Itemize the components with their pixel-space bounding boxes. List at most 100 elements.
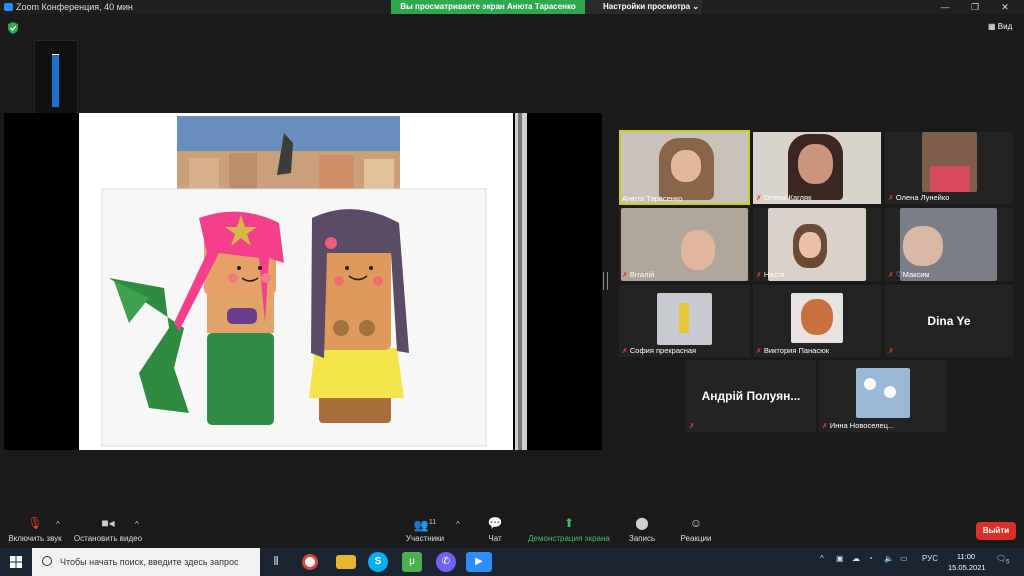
participant-tile[interactable]: ✗ Олена Кагляк [753, 132, 881, 204]
windows-logo-icon [10, 556, 22, 568]
muted-mic-icon: ✗ [756, 195, 762, 202]
participants-button[interactable]: 👥11 Участники [400, 516, 450, 543]
muted-mic-icon: ✗ [888, 195, 894, 202]
participant-display-name: Андрій Полуян... [701, 389, 801, 403]
close-window-button[interactable]: ✕ [990, 0, 1020, 14]
participant-tile[interactable]: Андрій Полуян... ✗ [686, 360, 816, 432]
participant-name-label: ✗ Віталій [622, 270, 655, 279]
shared-screen-scrollbar[interactable] [515, 113, 527, 450]
participant-avatar-picture [856, 368, 910, 418]
meeting-toolbar [0, 510, 1024, 548]
window-title: Zoom Конференция, 40 мин [16, 2, 133, 12]
participant-name-label: ✗ [888, 346, 896, 355]
heart-icon: ♡ [895, 270, 903, 279]
participant-face [671, 150, 701, 182]
scrollbar-thumb[interactable] [518, 113, 522, 450]
chrome-icon[interactable] [302, 554, 318, 570]
participant-name: Анюта Тарасенко [622, 194, 683, 203]
file-explorer-icon[interactable] [336, 555, 356, 569]
windows-taskbar: Чтобы начать поиск, введите здесь запрос… [0, 548, 1024, 576]
participants-icon: 👥11 [413, 518, 437, 532]
stop-video-label: Остановить видео [73, 534, 143, 543]
start-button[interactable] [0, 548, 32, 576]
participant-name-label: ✗ ♡Максим [888, 270, 930, 279]
record-label: Запись [628, 534, 656, 543]
participant-name-label: ✗ Олена Лунейко [888, 193, 950, 202]
shared-slide [79, 113, 513, 450]
share-screen-button[interactable]: ⬆ Демонстрация экрана [524, 516, 614, 543]
maximize-button[interactable]: ❐ [960, 0, 990, 14]
taskbar-search-box[interactable]: Чтобы начать поиск, введите здесь запрос [32, 548, 260, 576]
smiley-icon: ☺ [689, 516, 703, 530]
participant-name-label: ✗ Инна Новоселец... [822, 421, 895, 430]
flower-picture [884, 386, 896, 398]
audio-options-caret[interactable]: ^ [56, 520, 60, 529]
participant-figure [679, 303, 689, 333]
clock-time: 11:00 [956, 552, 976, 561]
slide-picture [101, 116, 487, 447]
unmute-label: Включить звук [8, 534, 62, 543]
battery-icon[interactable]: ▭ [900, 554, 908, 563]
language-indicator[interactable]: РУС [922, 554, 938, 563]
participant-tile[interactable]: ✗ София прекрасная [619, 285, 750, 357]
participant-face [799, 232, 821, 258]
participant-tile[interactable]: Анюта Тарасенко [619, 130, 750, 205]
participant-name-label: ✗ [689, 421, 697, 430]
participants-options-caret[interactable]: ^ [456, 520, 460, 529]
search-placeholder: Чтобы начать поиск, введите здесь запрос [60, 557, 239, 567]
tray-app-icon[interactable]: ▣ [836, 554, 844, 563]
muted-mic-icon: ✗ [622, 272, 628, 279]
skype-icon[interactable]: S [368, 552, 388, 572]
onedrive-icon[interactable]: ☁ [852, 554, 860, 563]
participant-shirt [930, 166, 970, 192]
view-options-button[interactable]: Настройки просмотра ⌄ [585, 0, 702, 14]
reactions-button[interactable]: ☺ Реакции [676, 516, 716, 543]
task-view-icon[interactable]: ⫼ [266, 552, 286, 572]
taskbar-clock[interactable]: 11:00 15.05.2021 [948, 551, 986, 573]
participant-name-label: ✗ Настя [756, 270, 785, 279]
view-button[interactable]: ▦ Вид [988, 22, 1012, 31]
participant-name-label: ✗ Виктория Панасюк [756, 346, 829, 355]
muted-mic-icon: ✗ [888, 348, 894, 355]
share-screen-label: Демонстрация экрана [528, 534, 610, 543]
tray-caret[interactable]: ^ [820, 554, 824, 563]
muted-mic-icon: ✗ [622, 348, 628, 355]
muted-mic-icon: ✗ [756, 272, 762, 279]
grid-icon: ▦ [988, 22, 996, 31]
flower-picture [864, 378, 876, 390]
viber-icon[interactable]: ✆ [436, 552, 456, 572]
panel-splitter-handle[interactable] [603, 272, 608, 290]
video-options-caret[interactable]: ^ [135, 520, 139, 529]
participant-tile[interactable]: ✗ Віталій [619, 208, 750, 281]
chat-label: Чат [488, 534, 502, 543]
chevron-down-icon: ⌄ [692, 2, 700, 11]
participant-tile[interactable]: ✗ ♡Максим [885, 208, 1013, 281]
record-button[interactable]: ⬤ Запись [624, 516, 660, 543]
participants-label: Участники [405, 534, 445, 543]
zoom-level-track[interactable] [52, 54, 59, 107]
participant-tile[interactable]: ✗ Олена Лунейко [885, 132, 1013, 204]
zoom-logo-icon [4, 3, 13, 11]
utorrent-icon[interactable]: μ [402, 552, 422, 572]
chat-button[interactable]: 💬 Чат [480, 516, 510, 543]
participant-tile[interactable]: ✗ Виктория Панасюк [753, 285, 881, 357]
volume-icon[interactable]: 🔈 [884, 554, 894, 563]
wifi-icon[interactable]: ◔ [868, 554, 873, 563]
minimize-button[interactable]: — [930, 0, 960, 14]
notifications-icon[interactable]: 🗨5 [996, 554, 1010, 566]
record-icon: ⬤ [635, 516, 649, 530]
participant-tile[interactable]: Dina Ye ✗ [885, 285, 1013, 357]
chat-bubble-icon: 💬 [487, 516, 503, 530]
participant-face [801, 299, 833, 335]
participant-tile[interactable]: ✗ Инна Новоселец... [819, 360, 947, 432]
zoom-app-icon[interactable]: ▶ [466, 552, 492, 572]
participant-name-label: ✗ София прекрасная [622, 346, 697, 355]
participant-face [903, 226, 943, 266]
muted-mic-icon: ✗ [689, 423, 695, 430]
participant-name-label: ✗ Олена Кагляк [756, 193, 812, 202]
clock-date: 15.05.2021 [948, 563, 986, 572]
leave-meeting-button[interactable]: Выйти [976, 522, 1016, 540]
participant-tile[interactable]: ✗ Настя [753, 208, 881, 281]
participant-display-name: Dina Ye [927, 314, 971, 328]
security-shield-icon[interactable] [8, 22, 18, 34]
